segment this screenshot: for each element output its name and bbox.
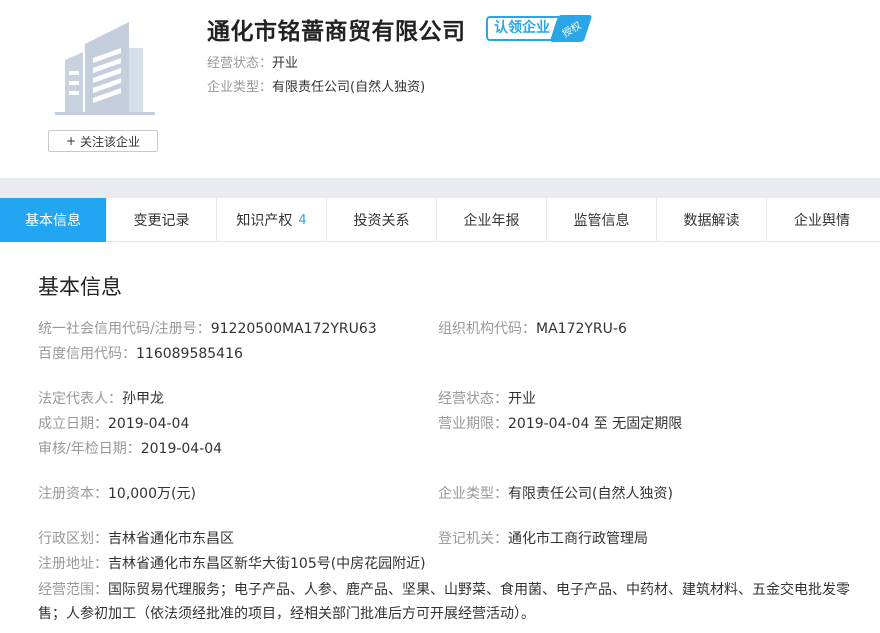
plus-icon: + [65,134,77,148]
scope-label: 经营范围： [38,582,108,598]
scope-value: 国际贸易代理服务；电子产品、人参、鹿产品、坚果、山野菜、食用菌、电子产品、中药材… [38,582,850,622]
reg-authority-label: 登记机关： [438,531,508,547]
header-status: 经营状态：开业 [207,52,298,71]
header-type-value: 有限责任公司(自然人独资) [272,80,426,95]
building-logo-icon [55,16,155,116]
business-scope: 经营范围：国际贸易代理服务；电子产品、人参、鹿产品、坚果、山野菜、食用菌、电子产… [38,578,868,626]
found-date-row: 成立日期：2019-04-04 [38,413,189,433]
region-label: 行政区划： [38,531,108,547]
follow-button-label: 关注该企业 [80,134,141,149]
tab-basic-info[interactable]: 基本信息 [0,198,107,242]
tab-annual-report[interactable]: 企业年报 [437,198,547,242]
region-value: 吉林省通化市东昌区 [108,531,234,547]
verify-flag-label: 授权 [560,20,584,40]
tab-label: 基本信息 [25,213,81,229]
credit-code-row: 统一社会信用代码/注册号：91220500MA172YRU63 [38,318,377,338]
approval-date-value: 2019-04-04 [140,441,223,457]
tab-label: 监管信息 [573,213,630,229]
baidu-code-value: 116089585416 [136,346,243,362]
approval-date-row: 审核/年检日期：2019-04-04 [38,438,222,458]
verify-badge[interactable]: 认领企业 授权 [486,15,593,42]
op-status-label: 经营状态： [438,391,508,407]
found-date-value: 2019-04-04 [108,416,190,432]
tab-label: 变更记录 [133,213,190,229]
tab-data-analysis[interactable]: 数据解读 [657,198,767,242]
address-label: 注册地址： [38,556,108,572]
tab-investment[interactable]: 投资关系 [327,198,437,242]
legal-rep-label: 法定代表人： [38,391,122,407]
reg-capital-value: 10,000万(元) [108,486,196,502]
ent-type-value: 有限责任公司(自然人独资) [508,486,673,502]
header-status-value: 开业 [272,56,299,71]
legal-rep-value: 孙甲龙 [122,391,164,407]
found-date-label: 成立日期： [38,416,108,432]
company-header: + 关注该企业 通化市铭蔷商贸有限公司 认领企业 授权 经营状态：开业 企业类型… [0,0,880,178]
org-code-row: 组织机构代码：MA172YRU-6 [438,318,627,338]
reg-authority-value: 通化市工商行政管理局 [508,531,648,547]
divider-band [0,178,880,198]
business-term-value: 2019-04-04 至 无固定期限 [508,416,683,432]
op-status-row: 经营状态：开业 [438,388,536,408]
tab-count-badge: 4 [298,212,307,228]
baidu-code-label: 百度信用代码： [38,346,136,362]
business-term-label: 营业期限： [438,416,508,432]
verify-flag-icon: 授权 [549,15,593,42]
legal-rep-row: 法定代表人：孙甲龙 [38,388,164,408]
credit-code-value: 91220500MA172YRU63 [210,321,377,337]
tab-label: 企业舆情 [794,213,850,229]
org-code-value: MA172YRU-6 [536,321,627,337]
business-term-row: 营业期限：2019-04-04 至 无固定期限 [438,413,682,433]
tab-regulatory[interactable]: 监管信息 [547,198,657,242]
header-type: 企业类型：有限责任公司(自然人独资) [207,76,425,95]
credit-code-label: 统一社会信用代码/注册号： [38,321,211,337]
company-name: 通化市铭蔷商贸有限公司 [207,19,466,45]
baidu-code-row: 百度信用代码：116089585416 [38,343,243,363]
follow-company-button[interactable]: + 关注该企业 [48,130,158,152]
header-type-label: 企业类型： [207,80,273,95]
tab-label: 企业年报 [463,213,520,229]
tab-intellectual-property[interactable]: 知识产权 4 [217,198,327,242]
op-status-value: 开业 [508,391,536,407]
ent-type-row: 企业类型：有限责任公司(自然人独资) [438,483,673,503]
address-value: 吉林省通化市东昌区新华大街105号(中房花园附近) [108,556,426,572]
ent-type-label: 企业类型： [438,486,508,502]
tab-bar: 基本信息 变更记录 知识产权 4 投资关系 企业年报 监管信息 数据解读 企业舆情 [0,198,880,242]
tab-label: 投资关系 [353,213,410,229]
address-row: 注册地址：吉林省通化市东昌区新华大街105号(中房花园附近) [38,553,426,573]
org-code-label: 组织机构代码： [438,321,536,337]
tab-public-opinion[interactable]: 企业舆情 [767,198,877,242]
reg-capital-label: 注册资本： [38,486,108,502]
reg-capital-row: 注册资本：10,000万(元) [38,483,196,503]
tab-change-records[interactable]: 变更记录 [107,198,217,242]
region-row: 行政区划：吉林省通化市东昌区 [38,528,234,548]
tab-label: 知识产权 [236,213,293,229]
section-title: 基本信息 [38,275,122,299]
reg-authority-row: 登记机关：通化市工商行政管理局 [438,528,648,548]
tab-label: 数据解读 [683,213,740,229]
header-status-label: 经营状态： [207,56,273,71]
approval-date-label: 审核/年检日期： [38,441,141,457]
